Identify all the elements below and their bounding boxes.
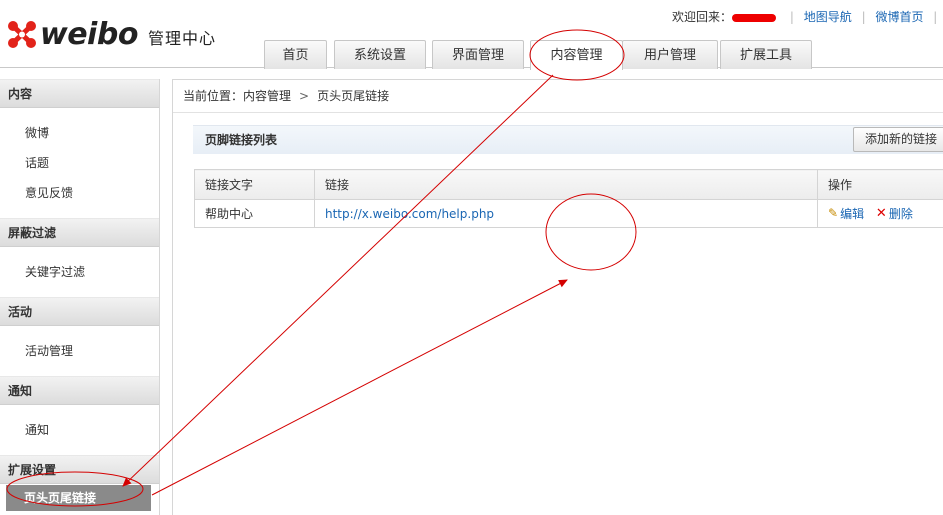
cell-link-text: 帮助中心 xyxy=(194,199,315,228)
add-link-button[interactable]: 添加新的链接 xyxy=(853,127,943,152)
delete-button[interactable]: ✕ 删除 xyxy=(876,205,913,222)
divider: | xyxy=(861,10,866,24)
links-table: 链接文字 链接 操作 帮助中心 http://x.weibo.com/help.… xyxy=(194,169,943,228)
weibo-home-link[interactable]: 微博首页 xyxy=(875,10,923,24)
sidebar-item-notice[interactable]: 通知 xyxy=(0,415,159,445)
delete-label: 删除 xyxy=(888,207,913,222)
sidebar-item-activity-management[interactable]: 活动管理 xyxy=(0,336,159,366)
breadcrumb: 当前位置：内容管理 > 页头页尾链接 xyxy=(173,80,943,113)
sidebar: 内容 微博 话题 意见反馈 屏蔽过滤 关键字过滤 活动 活动管理 通知 通知 扩… xyxy=(0,79,160,515)
weibo-logo-icon xyxy=(8,21,36,48)
delete-x-icon: ✕ xyxy=(875,206,887,222)
cell-actions: ✎ 编辑 ✕ 删除 xyxy=(817,199,943,228)
map-nav-link[interactable]: 地图导航 xyxy=(804,10,852,24)
column-header-link-text: 链接文字 xyxy=(194,169,315,200)
top-nav: 欢迎回来： | 地图导航 | 微博首页 | 退出 xyxy=(672,8,943,25)
logo-text: weibo xyxy=(40,16,138,52)
tab-system-settings[interactable]: 系统设置 xyxy=(334,40,426,69)
column-header-actions: 操作 xyxy=(817,169,943,200)
logo-subtitle: 管理中心 xyxy=(147,29,216,48)
table-row: 帮助中心 http://x.weibo.com/help.php ✎ 编辑 ✕ 删除 xyxy=(194,199,943,228)
column-header-link: 链接 xyxy=(314,169,818,200)
link-url[interactable]: http://x.weibo.com/help.php xyxy=(325,207,494,221)
tab-home[interactable]: 首页 xyxy=(264,40,327,69)
header: weibo 管理中心 欢迎回来： | 地图导航 | 微博首页 | 退出 首页 系… xyxy=(0,0,943,70)
sidebar-group-notice[interactable]: 通知 xyxy=(0,376,159,405)
weibo-logo[interactable]: weibo 管理中心 xyxy=(6,16,216,52)
tab-content-management[interactable]: 内容管理 xyxy=(530,40,623,70)
tab-interface-management[interactable]: 界面管理 xyxy=(432,40,524,69)
sidebar-group-content[interactable]: 内容 xyxy=(0,79,159,108)
breadcrumb-prefix: 当前位置： xyxy=(183,89,244,103)
panel-header: 页脚链接列表 添加新的链接 xyxy=(193,125,943,154)
divider: | xyxy=(789,10,794,24)
edit-label: 编辑 xyxy=(840,206,865,221)
tab-user-management[interactable]: 用户管理 xyxy=(622,40,718,69)
panel-title: 页脚链接列表 xyxy=(205,133,278,147)
sidebar-item-keyword-filter[interactable]: 关键字过滤 xyxy=(0,257,159,287)
username-redacted xyxy=(732,13,777,22)
divider: | xyxy=(933,10,938,24)
breadcrumb-page: 页头页尾链接 xyxy=(317,89,390,103)
table-header-row: 链接文字 链接 操作 xyxy=(194,169,943,200)
edit-button[interactable]: ✎ 编辑 xyxy=(828,205,864,222)
breadcrumb-arrow: > xyxy=(299,89,310,103)
cell-link-url: http://x.weibo.com/help.php xyxy=(314,199,818,228)
sidebar-group-filter[interactable]: 屏蔽过滤 xyxy=(0,218,159,247)
sidebar-item-feedback[interactable]: 意见反馈 xyxy=(0,178,159,208)
sidebar-group-extension-settings[interactable]: 扩展设置 xyxy=(0,455,159,484)
breadcrumb-section[interactable]: 内容管理 xyxy=(243,89,291,103)
pencil-icon: ✎ xyxy=(828,206,839,221)
main-content: 当前位置：内容管理 > 页头页尾链接 页脚链接列表 添加新的链接 链接文字 链接 操… xyxy=(172,79,943,515)
sidebar-item-topic[interactable]: 话题 xyxy=(0,148,159,178)
welcome-text: 欢迎回来： xyxy=(672,10,733,24)
sidebar-item-header-footer-links[interactable]: 页头页尾链接 xyxy=(6,485,151,511)
sidebar-item-weibo[interactable]: 微博 xyxy=(0,118,159,148)
tab-extension-tools[interactable]: 扩展工具 xyxy=(720,40,812,69)
sidebar-group-activity[interactable]: 活动 xyxy=(0,297,159,326)
